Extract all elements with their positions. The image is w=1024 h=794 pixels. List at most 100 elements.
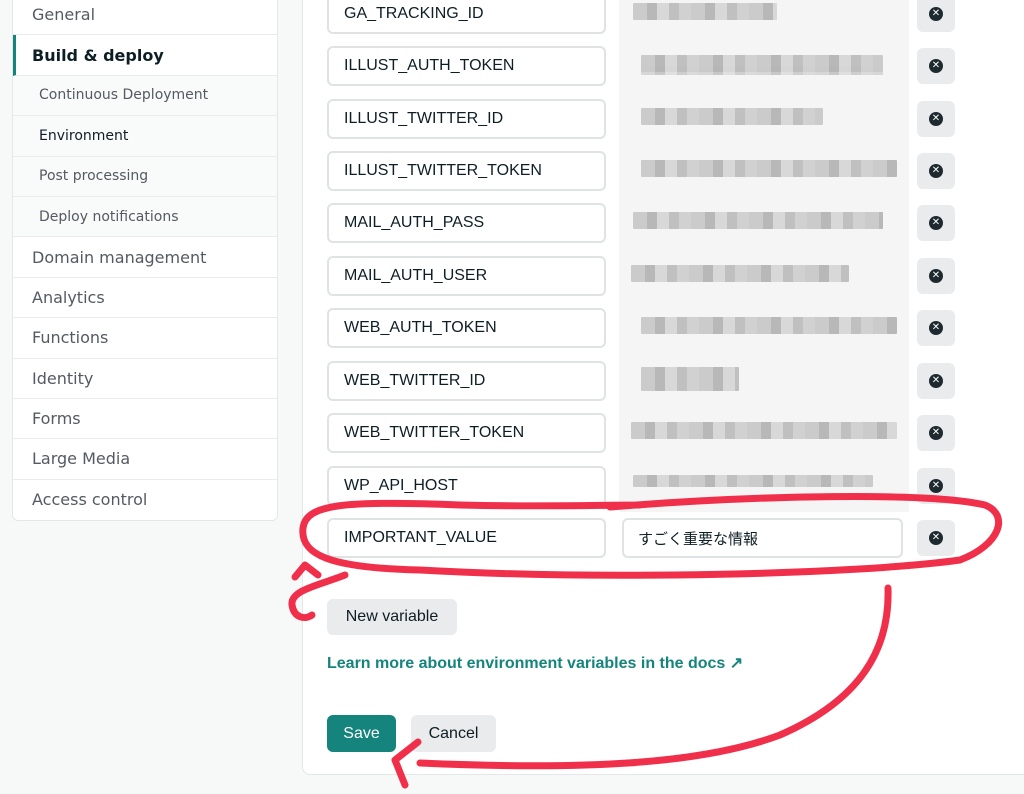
env-var-row: WEB_AUTH_TOKEN ✕	[327, 300, 967, 354]
env-var-key-text: WEB_AUTH_TOKEN	[344, 319, 497, 336]
blurred-value	[641, 160, 897, 177]
new-variable-button[interactable]: New variable	[327, 599, 457, 635]
close-circle-icon: ✕	[929, 531, 943, 545]
delete-variable-button[interactable]: ✕	[917, 101, 955, 137]
env-var-value-input[interactable]	[619, 0, 909, 40]
env-var-key-input[interactable]: WEB_AUTH_TOKEN	[327, 308, 606, 348]
env-var-row: WP_API_HOST ✕	[327, 458, 967, 512]
env-var-value-input[interactable]	[619, 38, 909, 92]
env-var-value-input[interactable]	[619, 300, 909, 354]
env-var-row: ILLUST_TWITTER_TOKEN ✕	[327, 143, 967, 197]
close-circle-icon: ✕	[929, 479, 943, 493]
close-circle-icon: ✕	[929, 374, 943, 388]
close-circle-icon: ✕	[929, 164, 943, 178]
env-var-value-input[interactable]	[619, 405, 909, 459]
sidebar-item-label: Identity	[32, 368, 94, 388]
env-var-key-input[interactable]: ILLUST_TWITTER_TOKEN	[327, 151, 606, 191]
delete-variable-button[interactable]: ✕	[917, 310, 955, 346]
delete-variable-button[interactable]: ✕	[917, 205, 955, 241]
env-var-key-input[interactable]: IMPORTANT_VALUE	[327, 518, 606, 558]
sidebar-subitem-post-processing[interactable]: Post processing	[13, 156, 277, 197]
env-var-row: GA_TRACKING_ID ✕	[327, 0, 967, 40]
blurred-value	[641, 66, 883, 75]
close-circle-icon: ✕	[929, 269, 943, 283]
blurred-value	[641, 367, 739, 391]
env-var-key-input[interactable]: MAIL_AUTH_USER	[327, 256, 606, 296]
env-var-row: MAIL_AUTH_USER ✕	[327, 248, 967, 302]
sidebar-item-identity[interactable]: Identity	[13, 359, 277, 399]
env-var-key-text: WEB_TWITTER_TOKEN	[344, 424, 525, 441]
sidebar-subitem-label: Continuous Deployment	[39, 87, 209, 104]
sidebar-item-label: Build & deploy	[32, 45, 164, 65]
sidebar-subitem-continuous-deployment[interactable]: Continuous Deployment	[13, 75, 277, 117]
delete-variable-button[interactable]: ✕	[917, 468, 955, 504]
env-var-row: WEB_TWITTER_TOKEN ✕	[327, 405, 967, 459]
blurred-value	[631, 422, 897, 439]
close-circle-icon: ✕	[929, 321, 943, 335]
delete-variable-button[interactable]: ✕	[917, 415, 955, 451]
env-var-row: WEB_TWITTER_ID ✕	[327, 353, 967, 407]
sidebar-item-large-media[interactable]: Large Media	[13, 439, 277, 480]
sidebar-item-label: Functions	[32, 328, 109, 348]
delete-variable-button[interactable]: ✕	[917, 0, 955, 32]
delete-variable-button[interactable]: ✕	[917, 153, 955, 189]
sidebar-item-general[interactable]: General	[13, 0, 277, 36]
sidebar-item-domain-management[interactable]: Domain management	[13, 237, 277, 278]
close-circle-icon: ✕	[929, 59, 943, 73]
env-var-key-text: WEB_TWITTER_ID	[344, 372, 486, 389]
env-var-key-input[interactable]: WEB_TWITTER_TOKEN	[327, 413, 606, 453]
env-var-key-text: IMPORTANT_VALUE	[344, 529, 497, 546]
sidebar-item-label: Access control	[32, 490, 148, 510]
env-var-key-text: GA_TRACKING_ID	[344, 5, 484, 22]
sidebar-item-label: Domain management	[32, 247, 207, 267]
env-var-value-input[interactable]	[619, 195, 909, 249]
sidebar-item-label: General	[32, 5, 96, 25]
sidebar-item-label: Forms	[32, 409, 81, 429]
delete-variable-button[interactable]: ✕	[917, 363, 955, 399]
close-circle-icon: ✕	[929, 112, 943, 126]
sidebar-subitem-environment[interactable]: Environment	[13, 116, 277, 157]
sidebar-item-analytics[interactable]: Analytics	[13, 278, 277, 319]
env-var-key-input[interactable]: WP_API_HOST	[327, 466, 606, 506]
env-var-key-input[interactable]: ILLUST_TWITTER_ID	[327, 99, 606, 139]
blurred-value	[641, 108, 823, 125]
env-var-row: ILLUST_TWITTER_ID ✕	[327, 91, 967, 145]
sidebar-item-forms[interactable]: Forms	[13, 399, 277, 440]
sidebar-subitem-label: Post processing	[39, 168, 149, 185]
delete-variable-button[interactable]: ✕	[917, 48, 955, 84]
env-var-value-input[interactable]	[619, 248, 909, 302]
blurred-value	[641, 317, 897, 334]
blurred-value	[633, 212, 883, 229]
env-var-key-input[interactable]: GA_TRACKING_ID	[327, 0, 606, 34]
cancel-button[interactable]: Cancel	[411, 715, 496, 752]
env-var-value-input[interactable]: すごく重要な情報	[622, 518, 903, 558]
sidebar-item-label: Analytics	[32, 287, 105, 307]
env-var-row: ILLUST_AUTH_TOKEN ✕	[327, 38, 967, 92]
sidebar-item-functions[interactable]: Functions	[13, 318, 277, 359]
sidebar-subitem-deploy-notifications[interactable]: Deploy notifications	[13, 196, 277, 238]
env-var-key-text: ILLUST_AUTH_TOKEN	[344, 57, 515, 74]
save-button[interactable]: Save	[327, 715, 396, 752]
env-var-value-input[interactable]	[619, 91, 909, 145]
close-circle-icon: ✕	[929, 426, 943, 440]
delete-variable-button[interactable]: ✕	[917, 520, 955, 556]
env-var-value-input[interactable]	[619, 143, 909, 197]
env-var-value-input[interactable]	[619, 353, 909, 407]
sidebar-item-build-deploy[interactable]: Build & deploy	[13, 35, 277, 76]
close-circle-icon: ✕	[929, 216, 943, 230]
env-var-key-input[interactable]: WEB_TWITTER_ID	[327, 361, 606, 401]
env-var-key-text: ILLUST_TWITTER_TOKEN	[344, 162, 542, 179]
close-circle-icon: ✕	[929, 7, 943, 21]
blurred-value	[633, 3, 777, 20]
env-var-key-input[interactable]: ILLUST_AUTH_TOKEN	[327, 46, 606, 86]
env-var-value-input[interactable]	[619, 458, 909, 512]
env-var-key-text: MAIL_AUTH_USER	[344, 267, 488, 284]
env-var-key-input[interactable]: MAIL_AUTH_PASS	[327, 203, 606, 243]
sidebar-subitem-label: Environment	[39, 127, 129, 144]
docs-link[interactable]: Learn more about environment variables i…	[327, 653, 743, 673]
sidebar-item-access-control[interactable]: Access control	[13, 480, 277, 520]
delete-variable-button[interactable]: ✕	[917, 258, 955, 294]
blurred-value	[633, 475, 873, 487]
env-var-row: IMPORTANT_VALUE すごく重要な情報 ✕	[327, 518, 967, 560]
environment-variables-panel: GA_TRACKING_ID ✕ ILLUST_AUTH_TOKEN ✕ ILL…	[302, 0, 1024, 775]
